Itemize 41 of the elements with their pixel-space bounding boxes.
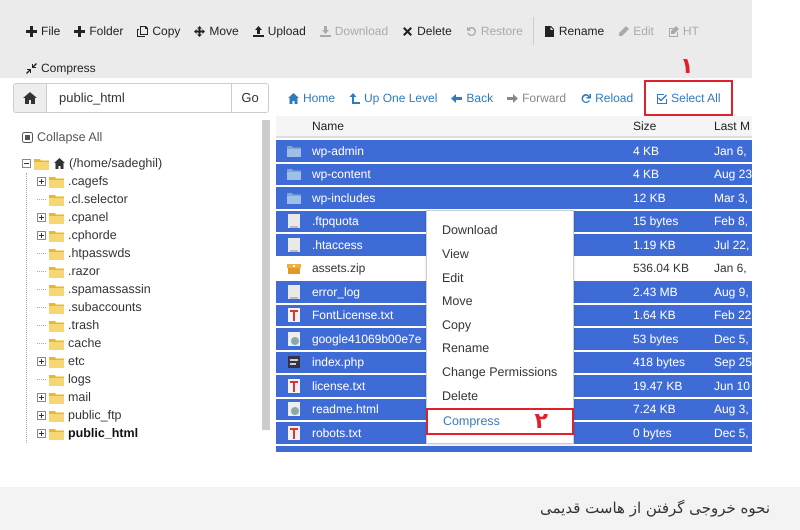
file-name: error_log	[312, 284, 360, 299]
file-name: wp-includes	[312, 190, 376, 205]
file-name: license.txt	[312, 378, 366, 393]
file-size: 418 bytes	[632, 354, 686, 372]
file-name: wp-admin	[312, 144, 364, 158]
file-name: FontLicense.txt	[312, 308, 394, 322]
file-size: 2.43 MB	[632, 284, 679, 301]
file-size: 0 bytes	[632, 424, 673, 442]
modified-date: Aug 9,	[714, 284, 749, 301]
file-size: 53 bytes	[632, 330, 680, 348]
file-name: wp-content	[312, 167, 371, 182]
file-size: 4 KB	[632, 166, 660, 184]
file-size: 12 KB	[632, 190, 667, 207]
caption: نحوه خروجی گرفتن از هاست قدیمی	[540, 498, 770, 520]
modified-date: Dec 5,	[714, 330, 749, 348]
modified-date: Dec 5,	[714, 424, 749, 442]
modified-date: Aug 3,	[714, 401, 749, 418]
modified-date: Mar 3,	[714, 190, 748, 207]
modified-date: Aug 23	[714, 166, 752, 184]
file-size: 15 bytes	[632, 213, 680, 230]
modified-date: Feb 22	[714, 307, 752, 324]
file-size: 7.24 KB	[632, 401, 677, 418]
file-name: readme.html	[312, 402, 379, 416]
step-number: ۱	[680, 53, 694, 81]
modified-date: Jan 6,	[714, 260, 747, 278]
file-name: robots.txt	[312, 426, 362, 440]
file-size: 1.64 KB	[632, 307, 677, 324]
file-name: google41069b00e7e	[312, 332, 422, 346]
file-name: .ftpquota	[312, 214, 359, 228]
modified-date: Jun 10	[714, 378, 750, 395]
modified-date: Jan 6,	[714, 142, 747, 160]
file-name: index.php	[312, 355, 364, 370]
file-name: assets.zip	[312, 261, 366, 276]
file-name: .htaccess	[312, 238, 363, 252]
file-size: 1.19 KB	[632, 236, 677, 254]
modified-date: Jul 22,	[714, 236, 750, 254]
modified-date: Sep 25	[714, 354, 752, 372]
file-size: 536.04 KB	[632, 260, 690, 278]
modified-date: Feb 8,	[714, 213, 748, 230]
file-size: 19.47 KB	[632, 378, 684, 395]
file-size: 4 KB	[632, 142, 660, 160]
